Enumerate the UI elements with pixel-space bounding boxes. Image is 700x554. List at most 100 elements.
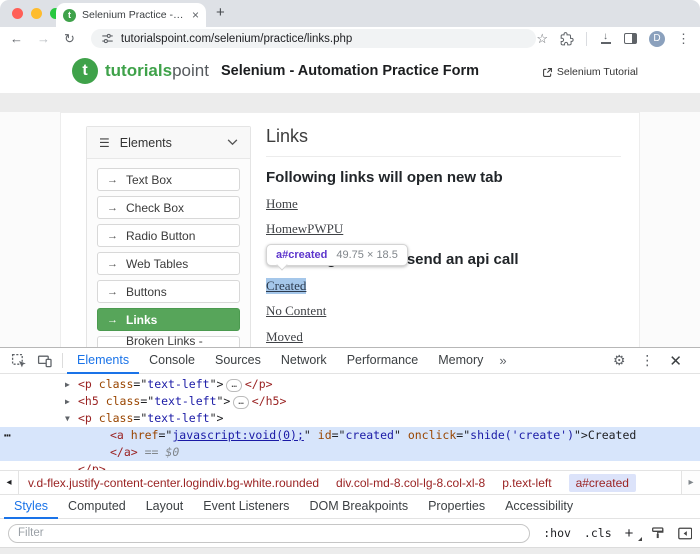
styles-tab[interactable]: Computed (58, 494, 136, 519)
code-token-ellipsis[interactable]: … (226, 379, 241, 392)
external-link-icon (542, 67, 553, 78)
tree-toggle-icon[interactable]: ▶ (65, 376, 70, 393)
devtools-tab[interactable]: Console (139, 348, 205, 374)
inspect-element-icon[interactable] (6, 348, 32, 374)
devtools-menu-icon[interactable]: ⋮ (640, 353, 654, 369)
sidebar-header[interactable]: ☰ Elements (87, 127, 250, 159)
forward-button[interactable]: → (37, 31, 50, 46)
devtools-toolbar: Elements Console Sources Network Perform… (0, 348, 700, 374)
crumbs-scroll-right-icon[interactable]: ▸ (681, 471, 700, 494)
address-bar[interactable]: tutorialspoint.com/selenium/practice/lin… (91, 29, 536, 48)
downloads-icon[interactable]: ↓ (599, 33, 612, 44)
section1-title: Following links will open new tab (266, 169, 621, 186)
code-token-link[interactable]: javascript:void(0); (172, 428, 304, 442)
code-token-val: text-left (147, 411, 209, 425)
selenium-tutorial-link[interactable]: Selenium Tutorial (542, 66, 638, 78)
code-token-punct: =" (158, 428, 172, 442)
code-line[interactable]: ▶<p class="text-left">…</p> (0, 376, 700, 393)
sidebar-item[interactable]: → Check Box (97, 196, 240, 219)
crumbs-scroll-left-icon[interactable]: ◂ (0, 471, 19, 494)
tree-toggle-icon[interactable]: ▼ (65, 410, 70, 427)
toggle-sidebar-icon[interactable] (678, 527, 692, 540)
breadcrumb-item[interactable]: p.text-left (502, 476, 551, 490)
sidebar-item[interactable]: → Web Tables (97, 252, 240, 275)
code-line[interactable]: ▼<p class="text-left"> (0, 410, 700, 427)
more-tabs-icon[interactable]: » (493, 353, 512, 368)
hamburger-icon[interactable]: ☰ (99, 136, 110, 150)
devtools-tab[interactable]: Performance (337, 348, 429, 374)
code-token-punct: " (304, 428, 311, 442)
styles-tab[interactable]: Event Listeners (193, 494, 299, 519)
profile-avatar[interactable]: D (649, 31, 665, 47)
links-group1: Home HomewPWPU (266, 196, 621, 238)
sidebar-item[interactable]: → Buttons (97, 280, 240, 303)
page-link[interactable]: Moved (266, 329, 303, 345)
site-settings-icon[interactable] (101, 32, 114, 45)
tooltip-dimensions: 49.75 × 18.5 (336, 249, 397, 261)
page-link[interactable]: Created (266, 278, 306, 294)
sidebar-item-label: Text Box (126, 173, 172, 187)
styles-tab[interactable]: Accessibility (495, 494, 583, 519)
close-window-button[interactable] (12, 8, 23, 19)
window-bottom-edge (0, 547, 700, 554)
code-line[interactable]: </a> == $0 (0, 444, 700, 461)
page-link[interactable]: No Content (266, 303, 326, 319)
close-devtools-icon[interactable]: ✕ (669, 352, 682, 370)
download-arrow: ↓ (603, 33, 608, 41)
page-link[interactable]: Home (266, 196, 298, 212)
styles-tab[interactable]: Styles (4, 494, 58, 519)
device-toolbar-icon[interactable] (32, 348, 58, 374)
devtools-tab[interactable]: Network (271, 348, 337, 374)
styles-tab[interactable]: Layout (136, 494, 194, 519)
sidebar-item[interactable]: → Radio Button (97, 224, 240, 247)
devtools-tab[interactable]: Elements (67, 348, 139, 374)
code-line[interactable]: ▶<h5 class="text-left">…</h5> (0, 393, 700, 410)
rendering-brush-icon[interactable] (651, 526, 664, 540)
devtools-tab[interactable]: Memory (428, 348, 493, 374)
styles-tab-bar: Styles Computed Layout Event Listeners D… (0, 494, 700, 519)
tree-toggle-icon[interactable]: ▶ (65, 393, 70, 410)
reload-button[interactable]: ↻ (64, 31, 75, 47)
settings-gear-icon[interactable]: ⚙ (613, 353, 626, 369)
site-logo[interactable]: t tutorialspoint (72, 58, 209, 84)
code-line[interactable]: ⋯<a href="javascript:void(0);" id="creat… (0, 427, 700, 444)
breadcrumb-item[interactable]: v.d-flex.justify-content-center.logindiv… (28, 476, 319, 490)
new-tab-button[interactable]: + (216, 4, 225, 21)
back-button[interactable]: ← (10, 31, 23, 46)
styles-filter-input[interactable] (8, 524, 530, 543)
breadcrumb-item[interactable]: a#created (569, 474, 636, 492)
sidebar-item-label: Buttons (126, 285, 167, 299)
url-text[interactable]: tutorialspoint.com/selenium/practice/lin… (121, 33, 352, 45)
sidebar-item[interactable]: → Text Box (97, 168, 240, 191)
code-token-text: Created (588, 428, 636, 442)
breadcrumb-item[interactable]: div.col-md-8.col-lg-8.col-xl-8 (336, 476, 485, 490)
devtools-tab[interactable]: Sources (205, 348, 271, 374)
sidebar-item[interactable]: → Broken Links - Images (97, 336, 240, 347)
styles-tab[interactable]: DOM Breakpoints (299, 494, 418, 519)
code-token-val: text-left (147, 377, 209, 391)
toolbar-divider (586, 32, 587, 46)
browser-menu-icon[interactable]: ⋮ (677, 32, 690, 45)
new-style-rule-button[interactable]: + (625, 525, 638, 542)
browser-tab[interactable]: t Selenium Practice - Links × (56, 3, 206, 27)
pseudo-state-toggle[interactable]: :hov (543, 526, 571, 540)
code-line[interactable]: </p> (0, 461, 700, 470)
devtools-actions: ⚙ ⋮ ✕ (613, 352, 694, 370)
class-toggle[interactable]: .cls (584, 526, 612, 540)
sidebar-header-label: Elements (120, 136, 217, 150)
code-token-attr: class (92, 411, 134, 425)
extensions-icon[interactable] (560, 32, 574, 46)
brand-light: point (172, 61, 209, 80)
styles-tab[interactable]: Properties (418, 494, 495, 519)
bookmark-star-icon[interactable]: ☆ (536, 32, 548, 45)
chevron-down-icon[interactable] (227, 139, 238, 146)
minimize-window-button[interactable] (31, 8, 42, 19)
page-link[interactable]: HomewPWPU (266, 221, 343, 237)
code-token-ellipsis[interactable]: … (233, 396, 248, 409)
crumb-list: v.d-flex.justify-content-center.logindiv… (19, 474, 681, 492)
tutorial-link-label: Selenium Tutorial (557, 66, 638, 78)
sidebar-item[interactable]: → Links (97, 308, 240, 331)
more-actions-icon[interactable]: ⋯ (4, 427, 12, 444)
side-panel-icon[interactable] (624, 33, 637, 44)
close-tab-icon[interactable]: × (192, 8, 199, 22)
